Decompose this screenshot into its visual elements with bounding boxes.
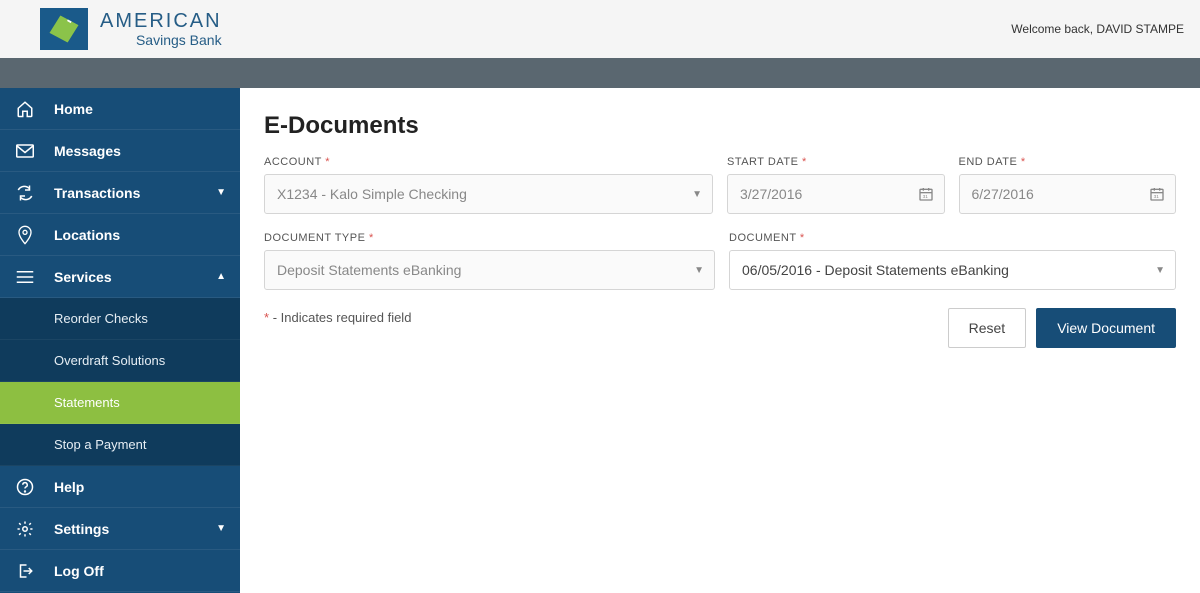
field-account: ACCOUNT * X1234 - Kalo Simple Checking ▼ [264, 156, 713, 214]
field-start-date: START DATE * 3/27/2016 31 [727, 156, 945, 214]
field-end-date: END DATE * 6/27/2016 31 [959, 156, 1177, 214]
label-doc-type: DOCUMENT TYPE * [264, 232, 715, 244]
welcome-text: Welcome back, DAVID STAMPE [1011, 22, 1184, 36]
main-content: E-Documents ACCOUNT * X1234 - Kalo Simpl… [240, 88, 1200, 593]
sidebar-item-transactions[interactable]: Transactions ▼ [0, 172, 240, 214]
label-end-date: END DATE * [959, 156, 1177, 168]
subitem-overdraft-solutions[interactable]: Overdraft Solutions [0, 340, 240, 382]
sidebar-item-label: Transactions [54, 185, 140, 201]
account-value: X1234 - Kalo Simple Checking [277, 186, 467, 202]
calendar-icon: 31 [918, 186, 934, 202]
caret-icon: ▼ [694, 265, 704, 276]
services-submenu: Reorder Checks Overdraft Solutions State… [0, 298, 240, 466]
page-title: E-Documents [264, 112, 1176, 140]
calendar-icon: 31 [1149, 186, 1165, 202]
document-select[interactable]: 06/05/2016 - Deposit Statements eBanking… [729, 250, 1176, 290]
sidebar-item-messages[interactable]: Messages [0, 130, 240, 172]
chevron-down-icon: ▼ [216, 187, 226, 198]
start-date-input[interactable]: 3/27/2016 31 [727, 174, 945, 214]
chevron-down-icon: ▼ [216, 523, 226, 534]
sidebar-item-label: Home [54, 101, 93, 117]
sub-label: Statements [54, 395, 120, 410]
gear-icon [14, 520, 36, 538]
subitem-reorder-checks[interactable]: Reorder Checks [0, 298, 240, 340]
sidebar-item-locations[interactable]: Locations [0, 214, 240, 256]
label-account: ACCOUNT * [264, 156, 713, 168]
sub-label: Reorder Checks [54, 311, 148, 326]
end-date-value: 6/27/2016 [972, 186, 1034, 202]
home-icon [14, 100, 36, 118]
location-icon [14, 225, 36, 245]
start-date-value: 3/27/2016 [740, 186, 802, 202]
menu-icon [14, 270, 36, 284]
label-start-date: START DATE * [727, 156, 945, 168]
reset-button[interactable]: Reset [948, 308, 1027, 348]
svg-text:31: 31 [922, 194, 928, 199]
doc-type-select[interactable]: Deposit Statements eBanking ▼ [264, 250, 715, 290]
logout-icon [14, 562, 36, 580]
sidebar: Home Messages Transactions ▼ Locations [0, 88, 240, 593]
field-document: DOCUMENT * 06/05/2016 - Deposit Statemen… [729, 232, 1176, 290]
field-doc-type: DOCUMENT TYPE * Deposit Statements eBank… [264, 232, 715, 290]
svg-text:31: 31 [1154, 194, 1160, 199]
sidebar-item-services[interactable]: Services ▲ [0, 256, 240, 298]
help-icon [14, 478, 36, 496]
sidebar-item-settings[interactable]: Settings ▼ [0, 508, 240, 550]
refresh-icon [14, 184, 36, 202]
sidebar-item-help[interactable]: Help [0, 466, 240, 508]
leaf-icon [46, 12, 82, 47]
label-document: DOCUMENT * [729, 232, 1176, 244]
caret-icon: ▼ [692, 189, 702, 200]
caret-icon: ▼ [1155, 265, 1165, 276]
sub-label: Overdraft Solutions [54, 353, 165, 368]
subitem-statements[interactable]: Statements [0, 382, 240, 424]
logo[interactable]: AMERICAN Savings Bank [40, 8, 222, 50]
header: AMERICAN Savings Bank Welcome back, DAVI… [0, 0, 1200, 58]
logo-line1: AMERICAN [100, 11, 222, 31]
logo-text: AMERICAN Savings Bank [100, 11, 222, 47]
sub-label: Stop a Payment [54, 437, 147, 452]
sidebar-item-label: Messages [54, 143, 121, 159]
top-bar [0, 58, 1200, 88]
subitem-stop-payment[interactable]: Stop a Payment [0, 424, 240, 466]
logo-mark [40, 8, 88, 50]
mail-icon [14, 144, 36, 158]
sidebar-item-label: Help [54, 479, 84, 495]
chevron-up-icon: ▲ [216, 271, 226, 282]
document-value: 06/05/2016 - Deposit Statements eBanking [742, 262, 1009, 278]
view-document-button[interactable]: View Document [1036, 308, 1176, 348]
sidebar-item-label: Log Off [54, 563, 104, 579]
account-select[interactable]: X1234 - Kalo Simple Checking ▼ [264, 174, 713, 214]
doc-type-value: Deposit Statements eBanking [277, 262, 461, 278]
end-date-input[interactable]: 6/27/2016 31 [959, 174, 1177, 214]
sidebar-item-label: Settings [54, 521, 109, 537]
logo-line2: Savings Bank [136, 33, 222, 47]
sidebar-item-label: Services [54, 269, 112, 285]
sidebar-item-home[interactable]: Home [0, 88, 240, 130]
sidebar-item-label: Locations [54, 227, 120, 243]
sidebar-item-logoff[interactable]: Log Off [0, 550, 240, 592]
required-footnote: * - Indicates required field [264, 310, 411, 325]
